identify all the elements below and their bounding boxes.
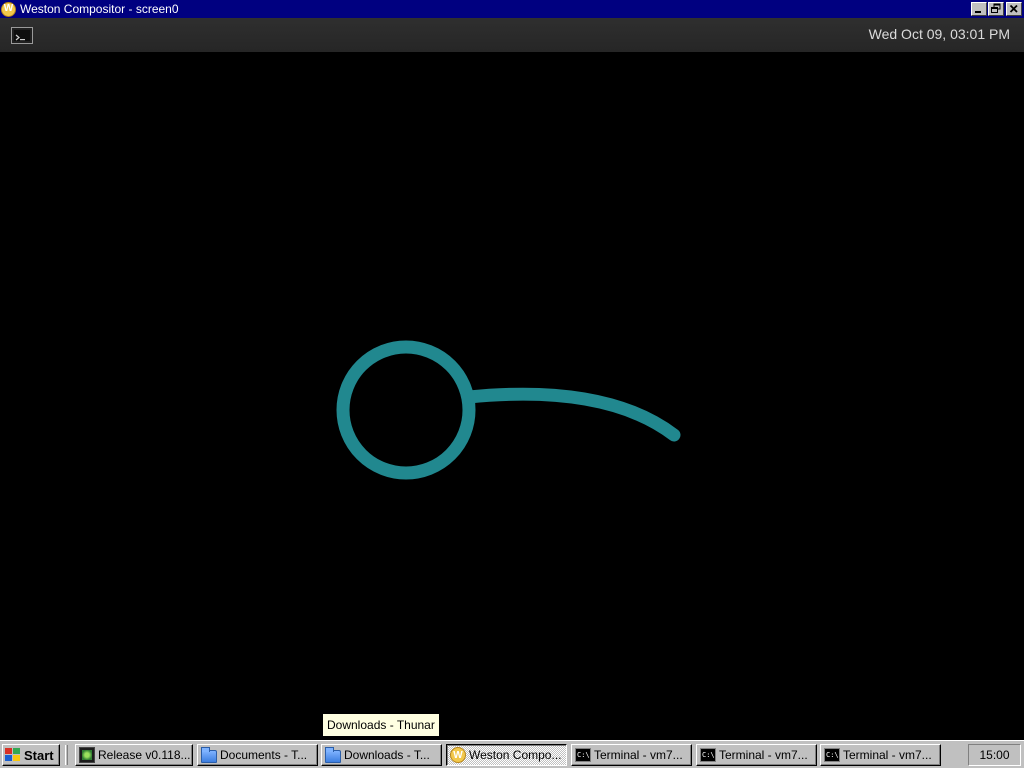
task-documents[interactable]: Documents - T...	[197, 744, 318, 766]
task-label: Terminal - vm7...	[594, 748, 683, 762]
release-icon	[79, 747, 95, 763]
restore-button[interactable]	[988, 2, 1004, 16]
taskbar-grip[interactable]	[65, 745, 68, 765]
window-controls	[970, 2, 1022, 16]
start-label: Start	[24, 747, 54, 763]
task-weston-compositor[interactable]: W Weston Compo...	[446, 744, 567, 766]
terminal-launcher-icon[interactable]	[11, 27, 33, 44]
tray-time: 15:00	[979, 748, 1010, 762]
restore-icon	[991, 3, 1001, 13]
system-tray-clock[interactable]: 15:00	[968, 744, 1021, 766]
task-terminal-1[interactable]: C:\ Terminal - vm7...	[571, 744, 692, 766]
terminal-icon: C:\	[700, 748, 716, 762]
compositor-canvas[interactable]	[0, 52, 1024, 740]
weston-icon[interactable]: W	[1, 1, 16, 17]
task-release[interactable]: Release v0.118...	[75, 744, 193, 766]
close-button[interactable]	[1006, 2, 1022, 16]
window-title-bar[interactable]: W Weston Compositor - screen0	[0, 0, 1024, 18]
minimize-icon	[975, 11, 981, 13]
task-label: Release v0.118...	[98, 748, 191, 762]
terminal-icon: C:\	[575, 748, 591, 762]
close-icon	[1009, 4, 1018, 13]
terminal-screen-glyph	[14, 30, 30, 41]
window-title: Weston Compositor - screen0	[20, 2, 179, 16]
windows-logo-icon	[5, 748, 21, 762]
taskbar-tooltip: Downloads - Thunar	[322, 713, 440, 737]
folder-icon	[325, 746, 341, 763]
task-label: Terminal - vm7...	[843, 748, 932, 762]
panel-clock: Wed Oct 09, 03:01 PM	[868, 26, 1010, 42]
task-terminal-3[interactable]: C:\ Terminal - vm7...	[820, 744, 941, 766]
task-downloads[interactable]: Downloads - T...	[321, 744, 442, 766]
task-label: Weston Compo...	[469, 748, 562, 762]
weston-icon: W	[450, 747, 466, 763]
weston-panel: Wed Oct 09, 03:01 PM	[0, 18, 1024, 52]
terminal-icon: C:\	[824, 748, 840, 762]
task-terminal-2[interactable]: C:\ Terminal - vm7...	[696, 744, 817, 766]
task-label: Downloads - T...	[344, 748, 430, 762]
task-label: Documents - T...	[220, 748, 308, 762]
folder-icon	[201, 746, 217, 763]
task-label: Terminal - vm7...	[719, 748, 808, 762]
drawing-stroke	[336, 340, 681, 480]
start-button[interactable]: Start	[2, 744, 60, 766]
minimize-button[interactable]	[971, 2, 987, 16]
taskbar: Start Release v0.118... Documents - T...…	[0, 740, 1024, 768]
